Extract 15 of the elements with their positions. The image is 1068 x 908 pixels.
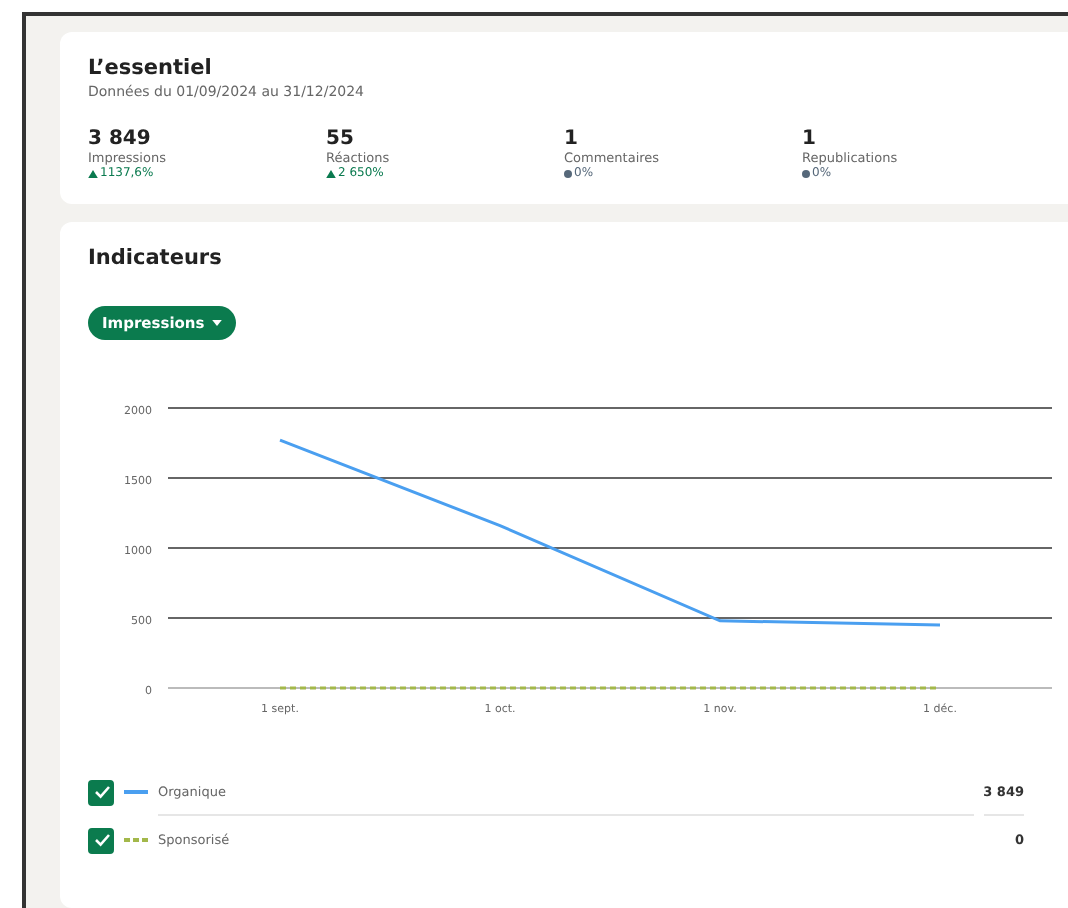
caret-icon <box>212 320 223 326</box>
checkmark-icon <box>91 830 111 850</box>
dot-icon <box>564 169 572 177</box>
metric-value: 1 <box>564 128 580 150</box>
metric-value: 55 <box>326 128 356 150</box>
series-checkbox[interactable] <box>88 779 114 805</box>
checkmark-icon <box>91 782 111 802</box>
section-title: L’essentiel <box>88 56 214 80</box>
metric-value: 1 <box>802 128 818 150</box>
metric-value: 3 849 <box>88 128 153 150</box>
dot-icon <box>802 169 810 177</box>
section-title: Indicateurs <box>88 246 224 270</box>
up-arrow-icon <box>326 169 336 177</box>
up-arrow-icon <box>88 169 98 177</box>
series-checkbox[interactable] <box>88 827 114 853</box>
